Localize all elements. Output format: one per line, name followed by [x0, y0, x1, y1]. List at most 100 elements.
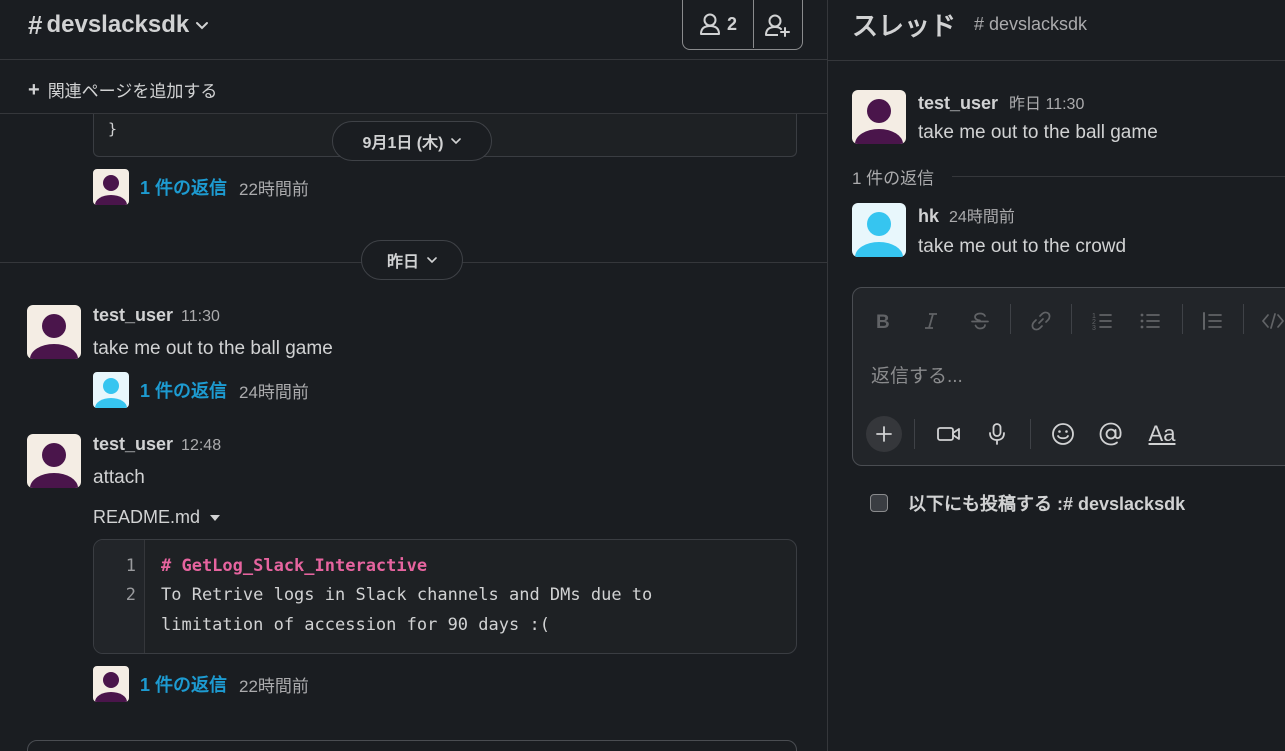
strikethrough-icon[interactable] — [965, 306, 995, 336]
thread-last-reply: 24時間前 — [239, 382, 309, 402]
message-text: take me out to the ball game — [918, 122, 1158, 143]
thread-pane: スレッド # devslacksdk test_user 昨日 11:30 ta… — [828, 0, 1285, 751]
thread-replies-link[interactable]: 1 件の返信 — [140, 671, 227, 697]
channel-hash: # — [28, 9, 43, 40]
code-line: limitation of accession for 90 days :( — [161, 615, 550, 635]
file-name-toggle[interactable]: README.md — [93, 507, 221, 528]
date-divider-button[interactable]: 昨日 — [361, 240, 463, 280]
add-member-button[interactable] — [754, 0, 802, 49]
thread-title: スレッド — [852, 11, 957, 41]
message-author[interactable]: test_user — [93, 434, 173, 455]
message-text: take me out to the ball game — [93, 338, 333, 359]
channel-pane: # devslacksdk 2 + 関連ページを追加する} 9月1日 (木) … — [0, 0, 827, 751]
member-count: 2 — [726, 13, 737, 34]
reply-count-separator: 1 件の返信 — [852, 164, 1285, 189]
also-send-to-channel[interactable]: 以下にも投稿する :# devslacksdk — [870, 490, 1185, 516]
message-time[interactable]: 24時間前 — [949, 203, 1015, 227]
also-send-label: 以下にも投稿する :# devslacksdk — [908, 494, 1186, 514]
thread-channel-link[interactable]: # devslacksdk — [974, 14, 1087, 35]
line-number-gutter: 1 2 — [94, 540, 145, 653]
separator-line — [952, 176, 1285, 177]
thread-reply — [852, 203, 906, 257]
code-icon[interactable] — [1258, 306, 1285, 336]
add-page-label: 関連ページを追加する — [47, 82, 218, 101]
thread-summary[interactable]: 1 件の返信 22時間前 — [93, 666, 309, 702]
channel-name: devslacksdk — [46, 11, 190, 38]
code-line: To Retrive logs in Slack channels and DM… — [161, 585, 653, 605]
message-author[interactable]: hk — [918, 206, 939, 227]
formatting-icon[interactable]: Aa — [1142, 416, 1182, 452]
message-author[interactable]: test_user — [918, 93, 998, 114]
toolbar-separator — [1182, 304, 1183, 334]
person-icon — [699, 12, 721, 36]
avatar — [93, 372, 129, 408]
avatar — [93, 666, 129, 702]
date-divider-button[interactable]: 9月1日 (木) — [332, 121, 492, 161]
message-time[interactable]: 11:30 — [181, 308, 220, 326]
bullet-list-icon[interactable] — [1135, 306, 1165, 336]
formatting-label: Aa — [1148, 421, 1176, 446]
thread-replies-link[interactable]: 1 件の返信 — [140, 377, 227, 403]
mention-icon[interactable] — [1093, 416, 1129, 452]
date-label: 昨日 — [386, 254, 419, 271]
reply-input[interactable] — [871, 362, 1285, 392]
date-label: 9月1日 (木) — [362, 135, 444, 152]
message-text: attach — [93, 467, 145, 488]
chevron-down-icon — [427, 256, 437, 264]
svg-text:B: B — [876, 312, 890, 331]
message-time[interactable]: 12:48 — [181, 437, 221, 455]
message-header: test_user 昨日 11:30 — [918, 90, 1084, 114]
reply-composer: B 123 返信する... Aa — [852, 287, 1285, 466]
avatar[interactable] — [852, 90, 906, 144]
line-number: 1 — [125, 556, 136, 576]
message-header: hk 24時間前 — [918, 203, 1015, 227]
code-line: } — [108, 120, 118, 138]
message — [27, 434, 81, 488]
microphone-icon[interactable] — [979, 416, 1015, 452]
message-text: take me out to the crowd — [918, 236, 1127, 257]
avatar[interactable] — [27, 305, 81, 359]
thread-last-reply: 22時間前 — [239, 179, 309, 199]
add-page-button[interactable]: + 関連ページを追加する — [28, 77, 217, 102]
emoji-icon[interactable] — [1045, 416, 1081, 452]
message-time[interactable]: 昨日 11:30 — [1009, 90, 1084, 114]
toolbar-separator — [1010, 304, 1011, 334]
plus-icon[interactable] — [866, 416, 902, 452]
bookmark-bar: + 関連ページを追加する — [0, 61, 827, 114]
link-icon[interactable] — [1026, 306, 1056, 336]
code-snippet: 1 2 # GetLog_Slack_Interactive To Retriv… — [93, 539, 797, 654]
thread-summary[interactable]: 1 件の返信 22時間前 — [93, 169, 309, 205]
thread-summary[interactable]: 1 件の返信 24時間前 — [93, 372, 309, 408]
toolbar-separator — [1071, 304, 1072, 334]
message-header: test_user 12:48 — [93, 434, 221, 455]
channel-title-button[interactable]: # devslacksdk — [28, 8, 209, 42]
thread-last-reply: 22時間前 — [239, 676, 309, 696]
reply-count-label: 1 件の返信 — [852, 169, 935, 188]
message-header: test_user 11:30 — [93, 305, 220, 326]
toolbar-separator — [1030, 419, 1031, 449]
members-control: 2 — [682, 0, 803, 50]
members-button[interactable]: 2 — [683, 0, 754, 48]
avatar — [93, 169, 129, 205]
blockquote-icon[interactable] — [1197, 306, 1227, 336]
avatar[interactable] — [852, 203, 906, 257]
chevron-down-icon — [451, 137, 462, 145]
message-author[interactable]: test_user — [93, 305, 173, 326]
message-composer[interactable] — [27, 740, 797, 751]
caret-down-icon — [210, 514, 221, 521]
also-send-checkbox[interactable] — [870, 494, 888, 512]
chevron-down-icon — [195, 21, 209, 31]
toolbar-separator — [914, 419, 915, 449]
thread-replies-link[interactable]: 1 件の返信 — [140, 174, 227, 200]
ordered-list-icon[interactable]: 123 — [1087, 306, 1117, 336]
italic-icon[interactable] — [916, 306, 946, 336]
plus-icon: + — [28, 78, 40, 101]
toolbar-separator — [1243, 304, 1244, 334]
avatar[interactable] — [27, 434, 81, 488]
channel-header: # devslacksdk 2 — [0, 0, 827, 60]
video-icon[interactable] — [931, 416, 967, 452]
message — [27, 305, 81, 359]
thread-header: スレッド # devslacksdk — [828, 0, 1285, 61]
add-person-icon — [764, 13, 792, 37]
bold-icon[interactable]: B — [868, 306, 898, 336]
